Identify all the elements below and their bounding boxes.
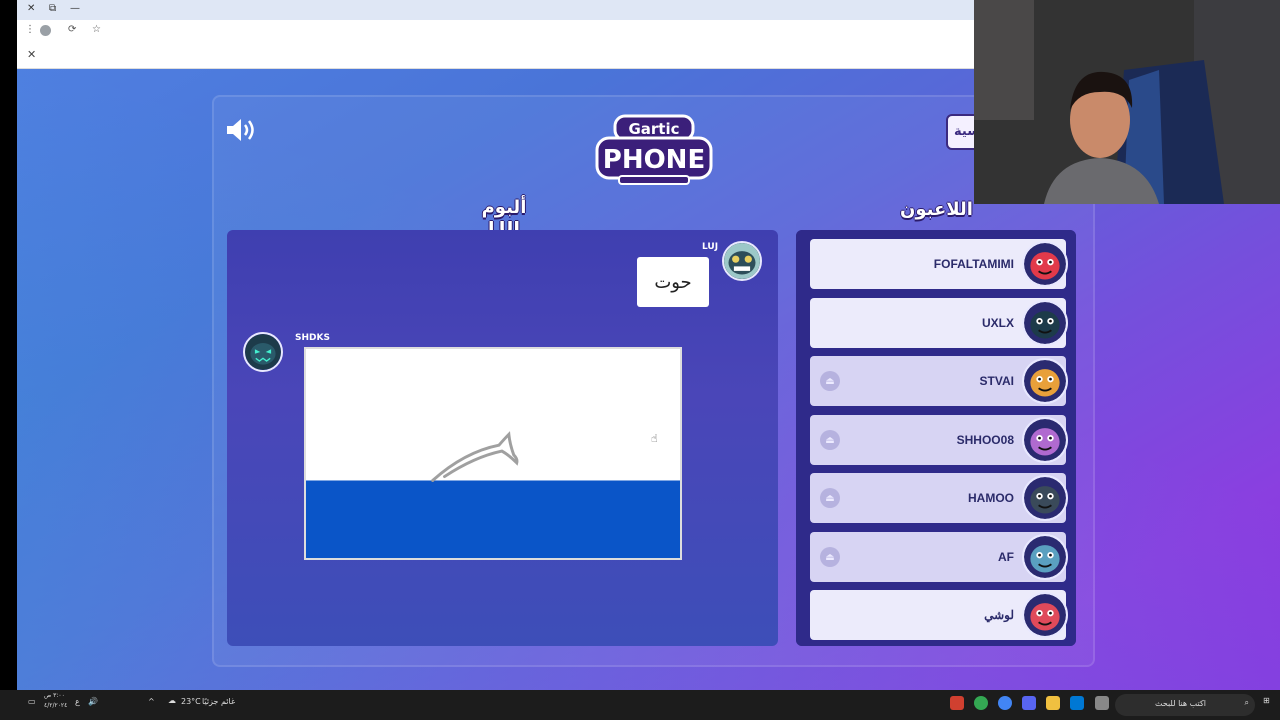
start-icon[interactable]: ⊞ xyxy=(1263,696,1270,705)
gartic-phone-logo: Gartic PHONE xyxy=(593,112,715,188)
player-row: UXLX xyxy=(810,298,1068,348)
player-name: AF xyxy=(998,550,1014,564)
player-avatar xyxy=(1022,358,1068,404)
close-window-button[interactable]: ✕ xyxy=(27,3,35,14)
profile-icon[interactable] xyxy=(40,25,51,36)
kick-player-icon[interactable]: ⏏ xyxy=(820,547,840,567)
show-desktop-icon[interactable]: ▭ xyxy=(28,697,36,706)
search-placeholder: اكتب هنا للبحث xyxy=(1155,699,1206,708)
player-name: HAMOO xyxy=(968,491,1014,505)
reload-icon[interactable]: ⟳ xyxy=(68,24,76,35)
player-name: SHHOO08 xyxy=(956,433,1014,447)
app-icon-1[interactable] xyxy=(950,696,964,710)
player-row: FOFALTAMIMI xyxy=(810,239,1068,289)
taskbar-language[interactable]: ع xyxy=(75,697,80,706)
player-row: ⏏ HAMOO xyxy=(810,473,1068,523)
player-name: STVAI xyxy=(979,374,1014,388)
left-strip xyxy=(0,0,17,690)
weather-icon: ☁ xyxy=(168,696,176,705)
drawing-author-avatar xyxy=(243,332,283,372)
taskbar-search[interactable]: اكتب هنا للبحث ⌕ xyxy=(1115,694,1255,716)
svg-text:Gartic: Gartic xyxy=(628,120,679,138)
cursor-icon: ☝ xyxy=(651,432,658,445)
player-name: FOFALTAMIMI xyxy=(933,257,1014,271)
player-avatar xyxy=(1022,475,1068,521)
weather-temp: 23°C xyxy=(181,697,201,706)
chrome-icon[interactable] xyxy=(974,696,988,710)
word-author-avatar xyxy=(722,241,762,281)
minimize-window-button[interactable]: — xyxy=(70,3,80,14)
kick-player-icon[interactable]: ⏏ xyxy=(820,430,840,450)
taskbar-date: ٤/٢/٢٠٢٤ xyxy=(44,702,68,709)
word-bubble: حوت xyxy=(637,257,709,307)
player-avatar xyxy=(1022,534,1068,580)
folder-icon[interactable] xyxy=(1046,696,1060,710)
discord-icon[interactable] xyxy=(1022,696,1036,710)
player-name: لوشي xyxy=(984,608,1014,622)
webcam-overlay xyxy=(974,0,1280,204)
player-row: لوشي xyxy=(810,590,1068,640)
kick-player-icon[interactable]: ⏏ xyxy=(820,371,840,391)
taskbar-time: ٣:٠٠ ص xyxy=(44,692,65,699)
player-avatar xyxy=(1022,241,1068,287)
weather-label: غائم جزئيًا xyxy=(202,697,236,706)
player-avatar xyxy=(1022,417,1068,463)
kick-player-icon[interactable]: ⏏ xyxy=(820,488,840,508)
player-avatar xyxy=(1022,592,1068,638)
browser-toolbar: ⋮ ⟳ ☆ xyxy=(17,20,974,42)
browser-infobar: ✕ xyxy=(17,42,974,69)
search-icon: ⌕ xyxy=(1244,698,1249,707)
chevron-up-icon[interactable]: ^ xyxy=(148,697,155,706)
browser-titlebar: ✕ ⧉ — xyxy=(17,0,974,20)
player-row: ⏏ AF xyxy=(810,532,1068,582)
star-icon[interactable]: ☆ xyxy=(92,24,101,35)
restore-window-button[interactable]: ⧉ xyxy=(49,3,56,14)
close-infobar-button[interactable]: ✕ xyxy=(27,48,36,61)
svg-text:PHONE: PHONE xyxy=(603,145,705,175)
player-row: ⏏ SHHOO08 xyxy=(810,415,1068,465)
players-title: اللاعبون xyxy=(900,199,973,220)
store-icon[interactable] xyxy=(1070,696,1084,710)
volume-icon[interactable]: 🔊 xyxy=(88,697,98,706)
drawing-author-name: SHDKS xyxy=(295,333,330,343)
player-avatar xyxy=(1022,300,1068,346)
browser-icon[interactable] xyxy=(998,696,1012,710)
taskview-icon[interactable] xyxy=(1095,696,1109,710)
player-row: ⏏ STVAI xyxy=(810,356,1068,406)
speaker-icon[interactable] xyxy=(224,116,258,144)
drawing-canvas xyxy=(304,347,682,560)
word-author-name: LUJ xyxy=(702,242,719,252)
menu-dots-icon[interactable]: ⋮ xyxy=(25,24,35,35)
player-name: UXLX xyxy=(981,316,1014,330)
